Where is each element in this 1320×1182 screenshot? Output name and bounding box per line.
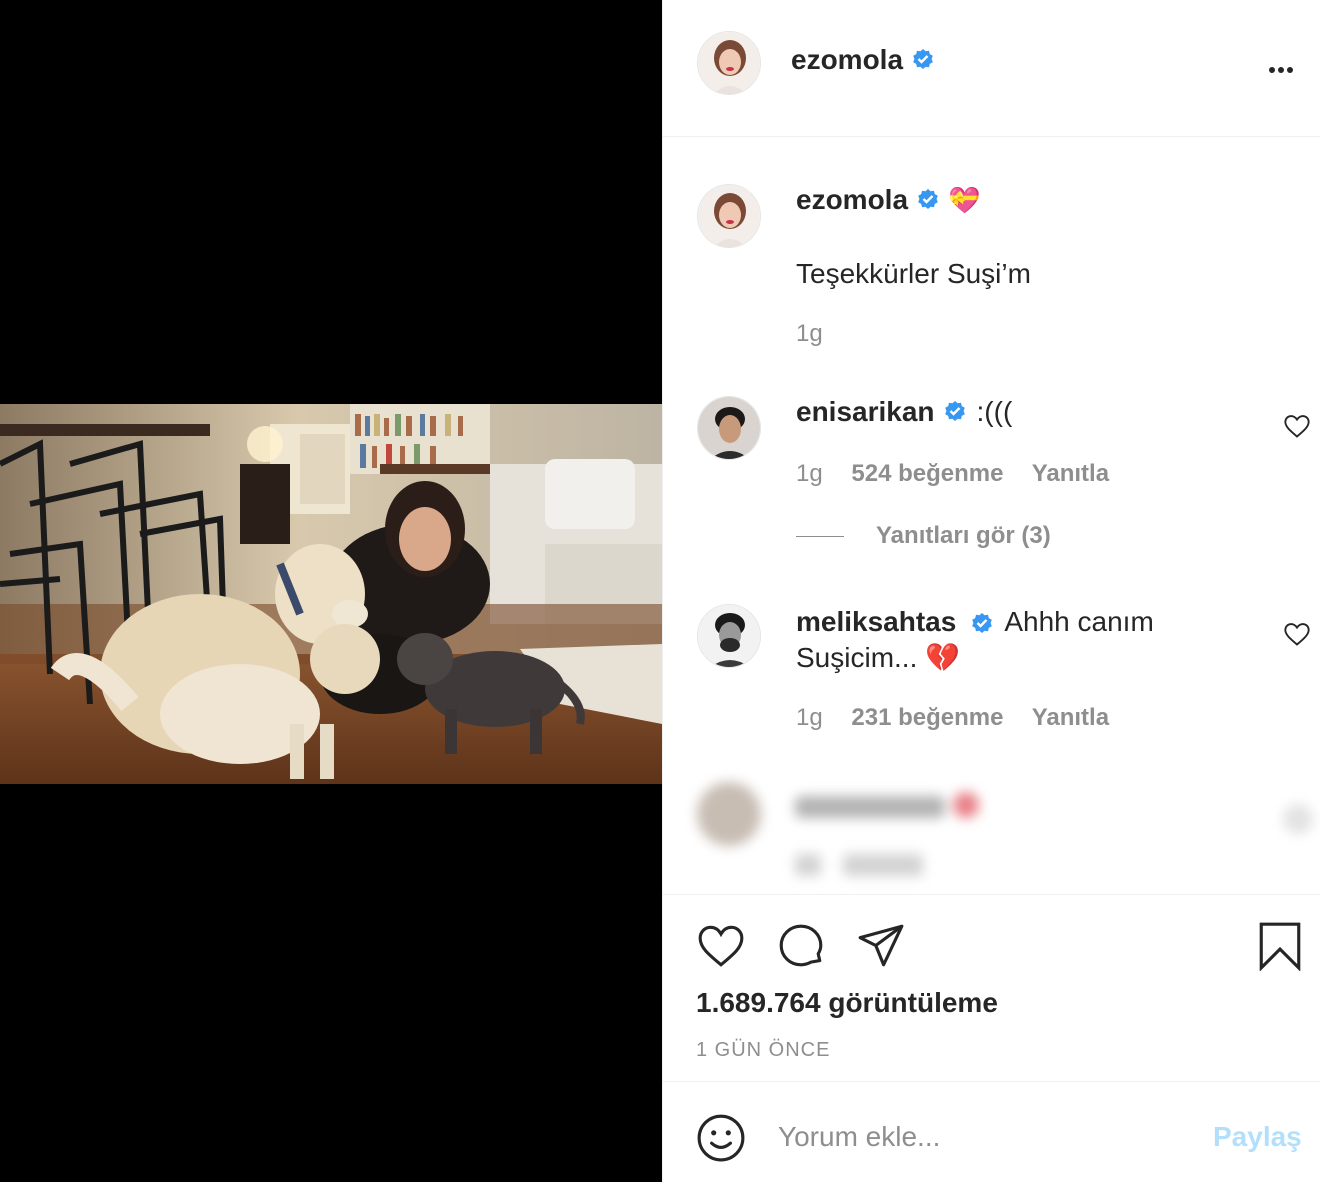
comment-time[interactable]: 1g (796, 460, 823, 487)
paper-plane-icon[interactable] (856, 921, 906, 971)
caption-avatar[interactable] (697, 184, 761, 248)
like-comment-heart-icon[interactable] (1283, 412, 1311, 440)
reply-button[interactable]: Yanıtla (1032, 460, 1109, 487)
more-dot (1278, 67, 1284, 73)
comment-meta: 1g 524 beğenme Yanıtla (796, 460, 1109, 488)
comments-list[interactable]: ezomola 💝 Teşekkürler Suşi’m 1g enisarik… (663, 138, 1320, 894)
view-count[interactable]: 1.689.764 görüntüleme (696, 987, 998, 1019)
view-replies-label: Yanıtları gör (3) (876, 522, 1051, 549)
post-date[interactable]: 1 GÜN ÖNCE (696, 1039, 830, 1062)
caption-username[interactable]: ezomola (796, 184, 908, 216)
comment-username[interactable]: meliksahtas (796, 606, 956, 637)
caption-header: ezomola 💝 (796, 184, 980, 216)
comment-input[interactable] (776, 1111, 1196, 1163)
reply-button[interactable]: Yanıtla (1032, 704, 1109, 731)
author-username[interactable]: ezomola (791, 44, 903, 76)
more-options-button[interactable] (1269, 60, 1301, 73)
like-comment-heart-icon[interactable] (1283, 620, 1311, 648)
replies-divider (796, 535, 844, 537)
caption-time[interactable]: 1g (796, 320, 823, 347)
verified-badge-icon (944, 401, 965, 421)
caption-emoji: 💝 (948, 184, 981, 215)
verified-badge-icon (972, 612, 992, 633)
comment-header: meliksahtas Ahhh canım Suşicim... 💔 (796, 604, 1196, 676)
bookmark-icon[interactable] (1255, 921, 1305, 971)
comment-composer: Paylaş (663, 1083, 1320, 1182)
post-panel: ezomola ezomola 💝 Teşekkürler Suşi’m 1g … (662, 0, 1320, 1182)
post-header: ezomola (663, 0, 1320, 137)
share-comment-button[interactable]: Paylaş (1213, 1121, 1302, 1153)
comment-meta: 1g 231 beğenme Yanıtla (796, 704, 1109, 732)
verified-badge-icon (913, 49, 933, 69)
emoji-icon[interactable] (696, 1113, 746, 1163)
caption-text: Teşekkürler Suşi’m (796, 258, 1031, 289)
heart-icon[interactable] (696, 921, 746, 971)
post-media[interactable] (0, 0, 662, 1182)
view-replies-button[interactable]: Yanıtları gör (3) (796, 522, 1051, 550)
verified-badge-icon (918, 189, 938, 209)
comment-icon[interactable] (776, 921, 826, 971)
comment-header: enisarikan :((( (796, 396, 1012, 428)
comment-likes[interactable]: 524 beğenme (851, 460, 1003, 487)
caption-meta: 1g (796, 320, 845, 348)
author-avatar[interactable] (697, 31, 761, 95)
more-horizontal-icon (1269, 67, 1275, 73)
comment-time[interactable]: 1g (796, 704, 823, 731)
commenter-avatar[interactable] (697, 396, 761, 460)
more-dot (1287, 67, 1293, 73)
comment-likes[interactable]: 231 beğenme (851, 704, 1003, 731)
comment-username[interactable]: enisarikan (796, 396, 935, 428)
blurred-comment (683, 768, 1320, 894)
commenter-avatar[interactable] (697, 604, 761, 668)
post-actions: 1.689.764 görüntüleme 1 GÜN ÖNCE (663, 894, 1320, 1082)
comment-text: :((( (976, 396, 1013, 427)
post-photo[interactable] (0, 404, 662, 784)
